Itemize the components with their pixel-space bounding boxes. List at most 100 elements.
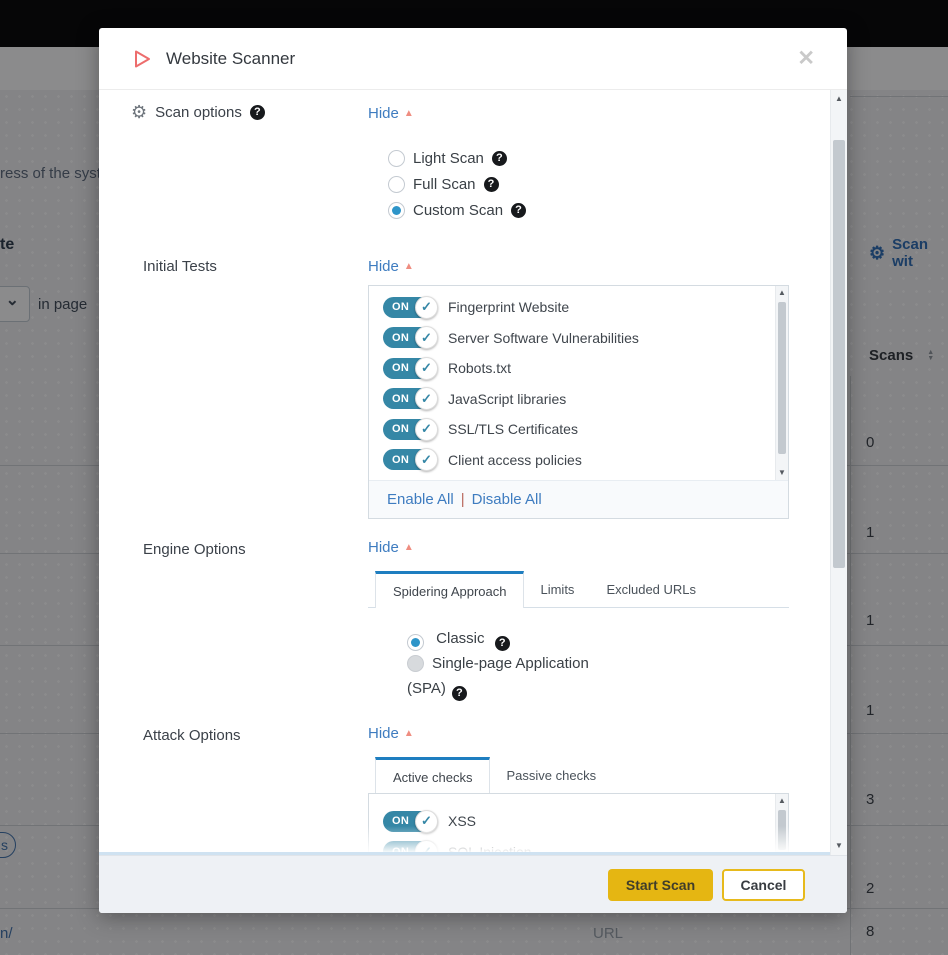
radio-label: Full Scan <box>413 176 476 193</box>
bottom-fade <box>99 826 830 852</box>
check-icon: ✓ <box>415 357 438 380</box>
divider: | <box>454 491 472 508</box>
scroll-up-icon[interactable]: ▲ <box>776 288 788 298</box>
test-row: ON ✓ Fingerprint Website <box>369 292 788 323</box>
test-label: JavaScript libraries <box>448 391 566 407</box>
disable-all-link[interactable]: Disable All <box>472 491 542 508</box>
scroll-down-icon[interactable]: ▼ <box>831 841 847 851</box>
tab-spidering-approach[interactable]: Spidering Approach <box>375 571 524 608</box>
initial-tests-listbox: ON ✓ Fingerprint Website ON ✓ Server Sof… <box>368 285 789 519</box>
test-label: Fingerprint Website <box>448 299 569 315</box>
section-attack-options: Attack Options <box>143 727 241 744</box>
hide-initial-tests-link[interactable]: Hide ▲ <box>368 258 414 275</box>
toggle-state: ON <box>392 423 409 435</box>
enable-all-link[interactable]: Enable All <box>387 491 454 508</box>
hide-label: Hide <box>368 105 399 122</box>
test-row: ON ✓ Client access policies <box>369 445 788 476</box>
scrollbar-thumb[interactable] <box>778 302 786 454</box>
radio-label: Classic <box>436 630 484 647</box>
toggle-client-access-policies[interactable]: ON ✓ <box>383 449 437 470</box>
scanner-play-icon <box>131 48 153 70</box>
test-label: Client access policies <box>448 452 582 468</box>
test-label: Server Software Vulnerabilities <box>448 330 639 346</box>
modal-footer: Start Scan Cancel <box>99 855 847 913</box>
website-scanner-modal: Website Scanner ✕ ⚙ Scan options ? Hide … <box>99 28 847 913</box>
toggle-state: ON <box>392 301 409 313</box>
scrollbar-thumb[interactable] <box>833 140 845 568</box>
toggle-state: ON <box>392 332 409 344</box>
check-icon: ✓ <box>415 418 438 441</box>
scroll-up-icon[interactable]: ▲ <box>831 94 847 104</box>
attack-options-tabs: Active checks Passive checks <box>368 757 789 794</box>
close-icon[interactable]: ✕ <box>797 48 815 69</box>
section-scan-options: ⚙ Scan options ? <box>131 103 265 121</box>
hide-scan-options-link[interactable]: Hide ▲ <box>368 105 414 122</box>
check-icon: ✓ <box>415 326 438 349</box>
hide-label: Hide <box>368 258 399 275</box>
tab-active-checks[interactable]: Active checks <box>375 757 490 794</box>
scroll-down-icon[interactable]: ▼ <box>776 468 788 478</box>
help-icon[interactable]: ? <box>492 151 507 166</box>
scan-options-label: Scan options <box>155 104 242 121</box>
radio-icon-disabled <box>407 655 424 672</box>
caret-up-icon: ▲ <box>404 729 414 739</box>
toggle-fingerprint-website[interactable]: ON ✓ <box>383 297 437 318</box>
check-icon: ✓ <box>415 448 438 471</box>
hide-attack-options-link[interactable]: Hide ▲ <box>368 725 414 742</box>
test-row: ON ✓ Robots.txt <box>369 353 788 384</box>
radio-custom-scan[interactable]: Custom Scan ? <box>388 202 526 219</box>
tab-passive-checks[interactable]: Passive checks <box>490 757 612 793</box>
radio-classic[interactable]: Classic ? <box>407 626 627 651</box>
hide-label: Hide <box>368 539 399 556</box>
modal-scrollbar[interactable]: ▲ ▼ <box>830 90 847 855</box>
radio-icon <box>388 176 405 193</box>
radio-full-scan[interactable]: Full Scan ? <box>388 176 526 193</box>
toggle-server-software-vulnerabilities[interactable]: ON ✓ <box>383 327 437 348</box>
radio-label: Light Scan <box>413 150 484 167</box>
test-row: ON ✓ SSL/TLS Certificates <box>369 414 788 445</box>
radio-icon <box>388 150 405 167</box>
caret-up-icon: ▲ <box>404 543 414 553</box>
gear-icon: ⚙ <box>131 103 147 121</box>
section-engine-options: Engine Options <box>143 541 246 558</box>
test-label: Robots.txt <box>448 360 511 376</box>
list-footer: Enable All | Disable All <box>369 480 788 518</box>
hide-label: Hide <box>368 725 399 742</box>
test-label: SSL/TLS Certificates <box>448 421 578 437</box>
help-icon[interactable]: ? <box>484 177 499 192</box>
scroll-up-icon[interactable]: ▲ <box>776 796 788 806</box>
radio-spa[interactable]: Single-page Application (SPA)? <box>407 651 627 701</box>
radio-light-scan[interactable]: Light Scan ? <box>388 150 526 167</box>
toggle-javascript-libraries[interactable]: ON ✓ <box>383 388 437 409</box>
toggle-robots-txt[interactable]: ON ✓ <box>383 358 437 379</box>
help-icon[interactable]: ? <box>250 105 265 120</box>
initial-tests-list: ON ✓ Fingerprint Website ON ✓ Server Sof… <box>369 286 788 480</box>
list-scrollbar[interactable]: ▲ ▼ <box>775 286 788 480</box>
scan-type-radio-group: Light Scan ? Full Scan ? Custom Scan ? <box>388 150 526 219</box>
section-initial-tests: Initial Tests <box>143 258 217 275</box>
check-icon: ✓ <box>415 296 438 319</box>
engine-options-tabs: Spidering Approach Limits Excluded URLs <box>368 571 789 608</box>
caret-up-icon: ▲ <box>404 109 414 119</box>
radio-icon-selected <box>407 634 424 651</box>
cancel-button[interactable]: Cancel <box>722 869 805 901</box>
help-icon[interactable]: ? <box>511 203 526 218</box>
hide-engine-options-link[interactable]: Hide ▲ <box>368 539 414 556</box>
modal-body: ⚙ Scan options ? Hide ▲ Light Scan ? Ful… <box>99 90 847 855</box>
radio-label: Single-page Application (SPA) <box>407 655 589 697</box>
help-icon[interactable]: ? <box>495 636 510 651</box>
help-icon[interactable]: ? <box>452 686 467 701</box>
toggle-state: ON <box>392 393 409 405</box>
tab-excluded-urls[interactable]: Excluded URLs <box>590 571 712 607</box>
start-scan-button[interactable]: Start Scan <box>608 869 713 901</box>
modal-title: Website Scanner <box>166 49 295 69</box>
toggle-state: ON <box>392 454 409 466</box>
check-icon: ✓ <box>415 387 438 410</box>
toggle-ssl-tls-certificates[interactable]: ON ✓ <box>383 419 437 440</box>
spidering-radio-group: Classic ? Single-page Application (SPA)? <box>407 626 627 701</box>
tab-limits[interactable]: Limits <box>524 571 590 607</box>
radio-label: Custom Scan <box>413 202 503 219</box>
radio-icon-selected <box>388 202 405 219</box>
toggle-state: ON <box>392 362 409 374</box>
modal-header: Website Scanner ✕ <box>99 28 847 90</box>
